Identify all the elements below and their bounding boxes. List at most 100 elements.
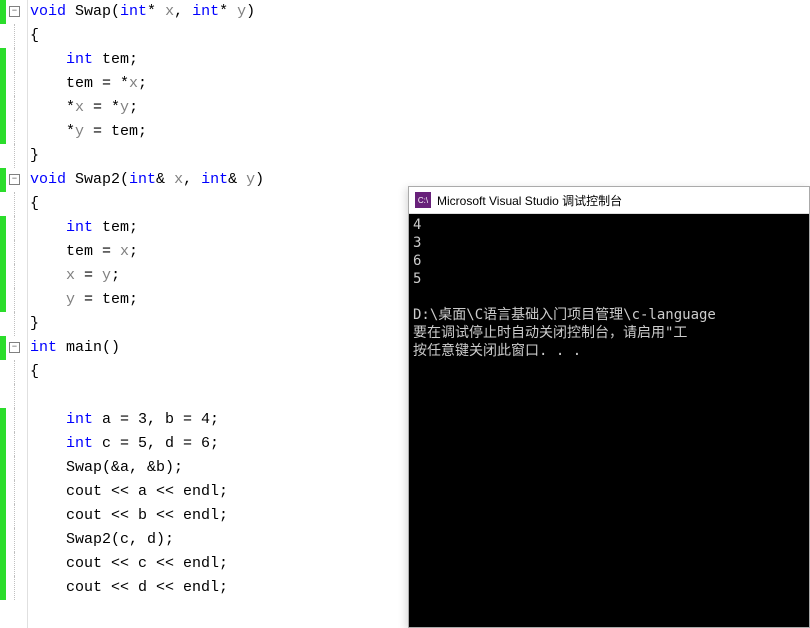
code-token: y [66, 288, 75, 312]
code-token: Swap2( [66, 168, 129, 192]
fold-guide [14, 408, 25, 432]
code-token: x [165, 0, 174, 24]
fold-gutter-cell[interactable] [6, 192, 27, 216]
code-token: void [30, 0, 66, 24]
fold-gutter-cell[interactable] [6, 528, 27, 552]
fold-gutter-cell[interactable]: − [6, 0, 27, 24]
fold-gutter-cell[interactable] [6, 456, 27, 480]
fold-guide [14, 528, 25, 552]
code-token: y [246, 168, 255, 192]
fold-gutter-cell[interactable] [6, 144, 27, 168]
code-token: = tem; [75, 288, 138, 312]
code-token: int [66, 48, 93, 72]
code-token: Swap( [66, 0, 120, 24]
code-token: & [156, 168, 174, 192]
fold-toggle-icon[interactable]: − [9, 6, 20, 17]
code-token: tem; [93, 216, 138, 240]
code-token: = [75, 264, 102, 288]
code-token: * [147, 0, 165, 24]
fold-gutter-cell[interactable] [6, 264, 27, 288]
fold-gutter-cell[interactable] [6, 288, 27, 312]
code-token: x [66, 264, 75, 288]
fold-gutter[interactable]: − − − [6, 0, 28, 628]
fold-gutter-cell[interactable] [6, 120, 27, 144]
code-token: { [30, 24, 39, 48]
code-token: y [237, 0, 246, 24]
code-token: int [66, 408, 93, 432]
fold-toggle-icon[interactable]: − [9, 342, 20, 353]
fold-gutter-cell[interactable] [6, 48, 27, 72]
fold-gutter-cell[interactable] [6, 432, 27, 456]
console-output[interactable]: 4 3 6 5 D:\桌面\C语言基础入门项目管理\c-language 要在调… [409, 214, 809, 627]
fold-gutter-cell[interactable] [6, 216, 27, 240]
fold-guide [14, 312, 25, 336]
fold-gutter-cell[interactable] [6, 552, 27, 576]
fold-gutter-cell[interactable] [6, 504, 27, 528]
code-token: tem = [30, 240, 120, 264]
code-token: cout << d << endl; [30, 576, 228, 600]
code-line[interactable]: *y = tem; [30, 120, 810, 144]
fold-guide [14, 192, 25, 216]
fold-gutter-cell[interactable]: − [6, 336, 27, 360]
fold-gutter-cell[interactable]: − [6, 168, 27, 192]
code-token: tem = * [30, 72, 129, 96]
code-token: a = 3, b = 4; [93, 408, 219, 432]
fold-guide [14, 264, 25, 288]
fold-guide [14, 384, 25, 408]
fold-gutter-cell[interactable] [6, 24, 27, 48]
fold-gutter-cell[interactable] [6, 408, 27, 432]
debug-console-window[interactable]: C:\ Microsoft Visual Studio 调试控制台 4 3 6 … [408, 186, 810, 628]
fold-gutter-cell[interactable] [6, 96, 27, 120]
code-token: x [75, 96, 84, 120]
fold-guide [14, 240, 25, 264]
fold-gutter-cell[interactable] [6, 240, 27, 264]
code-token: main() [57, 336, 120, 360]
code-token: int [66, 216, 93, 240]
console-title: Microsoft Visual Studio 调试控制台 [437, 192, 622, 209]
fold-gutter-cell[interactable] [6, 576, 27, 600]
code-token: ; [129, 96, 138, 120]
fold-gutter-cell[interactable] [6, 480, 27, 504]
code-line[interactable]: void Swap(int* x, int* y) [30, 0, 810, 24]
fold-guide [14, 96, 25, 120]
fold-gutter-cell[interactable] [6, 360, 27, 384]
fold-guide [14, 552, 25, 576]
code-token: y [75, 120, 84, 144]
fold-guide [14, 432, 25, 456]
console-titlebar[interactable]: C:\ Microsoft Visual Studio 调试控制台 [409, 187, 809, 214]
code-token: cout << b << endl; [30, 504, 228, 528]
code-token: x [129, 72, 138, 96]
code-token: ) [246, 0, 255, 24]
fold-guide [14, 144, 25, 168]
code-token: int [201, 168, 228, 192]
code-token [30, 264, 66, 288]
code-token: y [120, 96, 129, 120]
code-line[interactable]: { [30, 24, 810, 48]
code-line[interactable]: int tem; [30, 48, 810, 72]
code-line[interactable]: tem = *x; [30, 72, 810, 96]
code-token: ) [255, 168, 264, 192]
code-token: } [30, 312, 39, 336]
fold-gutter-cell[interactable] [6, 312, 27, 336]
code-token: int [129, 168, 156, 192]
code-token: * [30, 120, 75, 144]
code-token: x [120, 240, 129, 264]
code-token: Swap(&a, &b); [30, 456, 183, 480]
code-token [30, 216, 66, 240]
code-token: tem; [93, 48, 138, 72]
fold-gutter-cell[interactable] [6, 384, 27, 408]
fold-guide [14, 288, 25, 312]
code-token: x [174, 168, 183, 192]
code-line[interactable]: *x = *y; [30, 96, 810, 120]
fold-guide [14, 24, 25, 48]
code-token [30, 432, 66, 456]
code-line[interactable]: } [30, 144, 810, 168]
code-token: int [66, 432, 93, 456]
code-token: int [30, 336, 57, 360]
code-token [30, 48, 66, 72]
code-token [30, 408, 66, 432]
code-token: c = 5, d = 6; [93, 432, 219, 456]
fold-gutter-cell[interactable] [6, 72, 27, 96]
fold-toggle-icon[interactable]: − [9, 174, 20, 185]
code-token: Swap2(c, d); [30, 528, 174, 552]
